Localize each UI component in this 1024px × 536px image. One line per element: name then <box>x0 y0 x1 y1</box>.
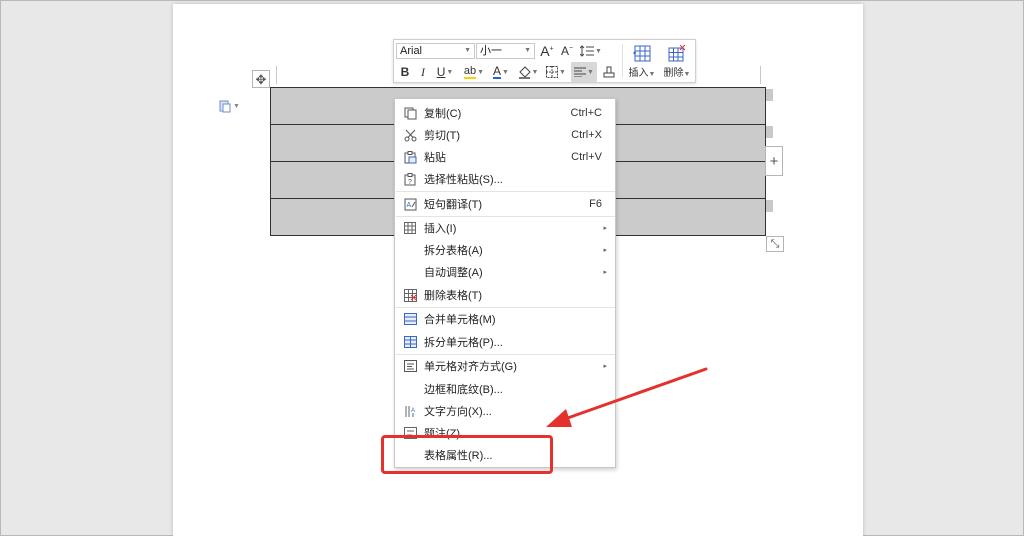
grow-font-button[interactable]: A+ <box>539 42 555 60</box>
font-size-select[interactable]: 小一 ▼ <box>476 43 535 59</box>
margin-mark-left <box>276 66 277 84</box>
menu-item-paste[interactable]: 粘贴 Ctrl+V <box>396 146 615 168</box>
bold-button[interactable]: B <box>398 63 412 81</box>
highlight-button[interactable]: ab ▼ <box>462 63 486 81</box>
submenu-arrow-icon: ▸ <box>603 363 607 370</box>
paste-options-icon[interactable]: ▼ <box>219 99 243 113</box>
line-spacing-icon <box>580 45 595 57</box>
delete-button[interactable]: 删除▼ <box>660 42 694 82</box>
menu-item-label: 粘贴 <box>424 152 446 164</box>
mini-toolbar: Arial ▼ 小一 ▼ A+ A− ▼ B I U ▼ ab ▼ A ▼ ▼ ▼ ▼… <box>393 39 696 83</box>
menu-item-label: 文字方向(X)... <box>424 406 492 418</box>
submenu-arrow-icon: ▸ <box>603 247 607 254</box>
menu-item-label: 剪切(T) <box>424 130 461 142</box>
menu-item-label: 拆分单元格(P)... <box>424 337 503 349</box>
menu-item-label: 删除表格(T) <box>424 290 483 302</box>
menu-item-borders-shading[interactable]: 边框和底纹(B)... <box>396 378 615 400</box>
split-cells-icon <box>403 336 417 348</box>
italic-button[interactable]: I <box>416 63 430 81</box>
menu-separator <box>396 191 615 192</box>
delete-table-icon <box>668 44 686 61</box>
svg-text:A: A <box>406 202 411 209</box>
font-name-value: Arial <box>400 45 423 57</box>
menu-item-translate[interactable]: A 短句翻译(T) F6 <box>396 193 615 215</box>
toolbar-separator <box>622 44 623 78</box>
align-button[interactable]: ▼ <box>571 62 597 82</box>
table-move-handle[interactable]: ✥ <box>252 70 270 88</box>
menu-item-split-cells[interactable]: 拆分单元格(P)... <box>396 331 615 353</box>
line-spacing-button[interactable]: ▼ <box>579 42 603 60</box>
menu-item-cut[interactable]: 剪切(T) Ctrl+X <box>396 124 615 146</box>
menu-item-label: 插入(I) <box>424 223 457 235</box>
insert-button[interactable]: 插入▼ <box>625 42 659 82</box>
highlighter-icon: ab <box>463 64 477 79</box>
insert-table-icon <box>404 222 416 234</box>
menu-item-label: 短句翻译(T) <box>424 199 483 211</box>
bold-icon: B <box>400 65 410 79</box>
menu-item-shortcut: Ctrl+X <box>571 129 602 141</box>
margin-mark-right <box>760 66 761 84</box>
row-handle[interactable] <box>766 126 773 138</box>
menu-item-cell-alignment[interactable]: 单元格对齐方式(G) ▸ <box>396 355 615 377</box>
shading-button[interactable]: ▼ <box>516 63 540 81</box>
eraser-button[interactable] <box>601 63 617 81</box>
borders-button[interactable]: ▼ <box>544 63 568 81</box>
menu-item-insert[interactable]: 插入(I) ▸ <box>396 217 615 239</box>
menu-item-shortcut: F6 <box>589 198 602 210</box>
menu-item-label: 拆分表格(A) <box>424 245 483 257</box>
merge-cells-icon <box>403 313 417 325</box>
scissors-icon <box>404 129 416 141</box>
menu-item-label: 选择性粘贴(S)... <box>424 174 503 186</box>
delete-table-icon <box>403 288 417 302</box>
menu-item-merge-cells[interactable]: 合并单元格(M) <box>396 308 615 330</box>
context-menu: 复制(C) Ctrl+C 剪切(T) Ctrl+X 粘贴 Ctrl+V ? 选择… <box>394 98 616 468</box>
insert-label: 插入 <box>628 68 649 79</box>
border-icon <box>546 66 559 78</box>
paste-icon <box>404 150 416 163</box>
chevron-down-icon: ▼ <box>524 47 531 54</box>
table-resize-handle[interactable]: ⤡ <box>766 236 784 252</box>
menu-item-label: 复制(C) <box>424 108 462 120</box>
font-name-select[interactable]: Arial ▼ <box>396 43 475 59</box>
menu-item-paste-special[interactable]: ? 选择性粘贴(S)... <box>396 168 615 190</box>
font-color-button[interactable]: A ▼ <box>490 63 512 81</box>
shrink-font-button[interactable]: A− <box>559 42 575 60</box>
menu-item-delete-table[interactable]: 删除表格(T) <box>396 284 615 306</box>
highlight-box <box>381 435 553 474</box>
italic-icon: I <box>421 64 425 79</box>
menu-item-shortcut: Ctrl+V <box>571 151 602 163</box>
menu-item-label: 自动调整(A) <box>424 267 483 279</box>
menu-item-label: 单元格对齐方式(G) <box>424 361 517 373</box>
text-direction-icon: A <box>405 405 415 417</box>
eraser-icon <box>603 66 615 78</box>
submenu-arrow-icon: ▸ <box>603 225 607 232</box>
menu-item-shortcut: Ctrl+C <box>570 107 602 119</box>
menu-item-label: 边框和底纹(B)... <box>424 384 503 396</box>
menu-item-text-direction[interactable]: A 文字方向(X)... <box>396 400 615 422</box>
cell-align-icon <box>403 360 417 372</box>
insert-table-icon <box>633 45 651 61</box>
underline-icon: U <box>436 65 446 79</box>
svg-text:?: ? <box>408 179 412 186</box>
font-color-icon: A <box>493 64 502 79</box>
translate-icon: A <box>404 198 416 210</box>
grow-font-icon: A+ <box>540 43 554 59</box>
row-handle[interactable] <box>766 89 773 101</box>
menu-item-autofit[interactable]: 自动调整(A) ▸ <box>396 261 615 283</box>
menu-item-copy[interactable]: 复制(C) Ctrl+C <box>396 102 615 124</box>
chevron-down-icon: ▼ <box>464 47 471 54</box>
underline-button[interactable]: U ▼ <box>434 63 456 81</box>
row-handle[interactable] <box>766 200 773 212</box>
paste-special-icon: ? <box>404 172 415 186</box>
add-column-button[interactable]: + <box>765 146 783 176</box>
paint-bucket-icon <box>518 65 531 79</box>
font-size-value: 小一 <box>480 45 502 57</box>
copy-icon <box>404 107 416 119</box>
submenu-arrow-icon: ▸ <box>603 269 607 276</box>
delete-label: 删除 <box>663 68 684 79</box>
menu-item-label: 合并单元格(M) <box>424 314 496 326</box>
align-left-icon <box>574 67 587 77</box>
shrink-font-icon: A− <box>560 44 574 58</box>
menu-item-split-table[interactable]: 拆分表格(A) ▸ <box>396 239 615 261</box>
